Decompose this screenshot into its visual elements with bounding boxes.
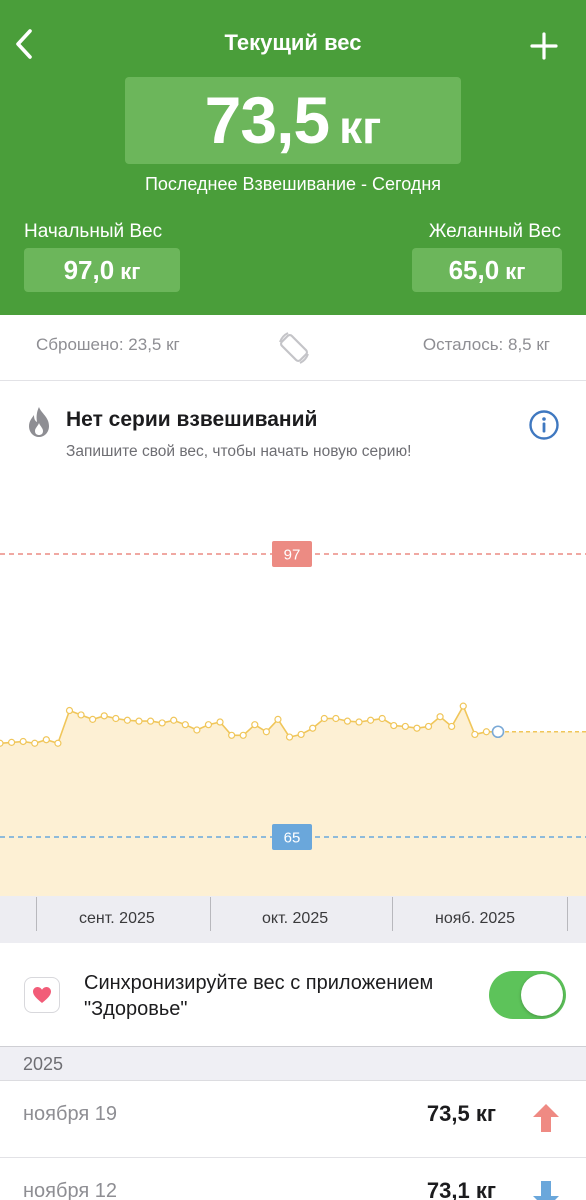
- page-title: Текущий вес: [224, 30, 362, 55]
- weight-point: [170, 716, 178, 724]
- plus-icon: [530, 32, 558, 60]
- goal-weight-label: Желанный Вес: [428, 221, 561, 242]
- entry-weight: 73,5 кг: [426, 1101, 496, 1126]
- start-weight-label: 97: [284, 547, 301, 564]
- entry-weight: 73,1 кг: [426, 1178, 496, 1200]
- weight-point: [7, 738, 16, 746]
- x-tick-label: сент. 2025: [79, 910, 155, 927]
- goal-weight-value: 65,0: [448, 255, 500, 285]
- weight-point: [367, 716, 375, 724]
- goal-weight-unit: кг: [505, 259, 526, 284]
- weight-point: [448, 722, 456, 731]
- weight-point: [239, 731, 247, 739]
- current-weight-box: 73,5 кг: [125, 77, 461, 164]
- weight-point: [390, 721, 398, 730]
- weight-point: [424, 722, 433, 731]
- weight-point: [193, 726, 201, 734]
- weight-point: [251, 721, 259, 729]
- weight-chart[interactable]: 97 65: [0, 480, 586, 900]
- weight-point: [309, 724, 317, 732]
- weight-point: [135, 717, 143, 725]
- weight-point: [19, 737, 27, 746]
- weight-point: [355, 718, 363, 726]
- weight-point: [228, 731, 236, 739]
- streak-title: Нет серии взвешиваний: [66, 408, 318, 431]
- start-weight-box[interactable]: 97,0 кг: [24, 248, 180, 292]
- entry-date: ноября 19: [23, 1103, 117, 1125]
- weight-point: [123, 716, 131, 724]
- weight-point: [274, 715, 282, 723]
- arrow-down-icon: [533, 1181, 559, 1200]
- start-weight-label: Начальный Вес: [24, 221, 163, 242]
- weight-point: [0, 739, 4, 747]
- weight-point: [146, 717, 155, 725]
- weight-point: [401, 722, 409, 731]
- weight-point: [204, 721, 213, 729]
- year-label: 2025: [23, 1054, 64, 1074]
- weight-point: [89, 715, 97, 723]
- last-weigh-text: Последнее Взвешивание - Сегодня: [144, 174, 441, 194]
- month-divider: [392, 897, 393, 931]
- weight-point: [112, 714, 120, 723]
- lost-weight-text: Сброшено: 23,5 кг: [36, 335, 180, 354]
- weight-point: [31, 739, 39, 747]
- weight-point: [285, 733, 294, 741]
- info-icon: [529, 410, 559, 440]
- weight-point: [343, 717, 352, 725]
- weight-point: [471, 730, 479, 739]
- health-sync-label: Синхронизируйте вес с приложением "Здоро…: [84, 972, 434, 1020]
- health-sync-toggle[interactable]: [489, 971, 566, 1019]
- weight-entry-row[interactable]: ноября 19 73,5 кг: [0, 1081, 586, 1158]
- weight-point: [378, 714, 386, 723]
- info-button[interactable]: [528, 409, 560, 441]
- toggle-knob: [521, 974, 563, 1016]
- heart-icon: [33, 987, 51, 1003]
- weight-point: [54, 739, 62, 747]
- weight-point: [100, 712, 108, 720]
- entry-date: ноября 12: [23, 1180, 117, 1200]
- weight-point: [413, 724, 421, 732]
- goal-weight-label: 65: [284, 830, 301, 847]
- weight-point: [297, 730, 305, 739]
- x-tick-label: нояб. 2025: [435, 910, 516, 927]
- weight-point: [216, 718, 224, 726]
- weight-point: [482, 728, 491, 736]
- month-divider: [210, 897, 211, 931]
- year-section-header: 2025: [0, 1046, 586, 1081]
- current-weight-unit: кг: [339, 101, 382, 153]
- add-weight-button[interactable]: [524, 26, 564, 66]
- rotate-chart-button[interactable]: [274, 328, 314, 368]
- start-weight-value: 97,0: [63, 255, 115, 285]
- weight-point: [158, 719, 166, 727]
- weight-point: [77, 711, 85, 719]
- weight-point: [436, 713, 444, 721]
- month-divider: [36, 897, 37, 931]
- start-weight-unit: кг: [120, 259, 141, 284]
- weight-point: [332, 714, 340, 723]
- x-tick-label: окт. 2025: [262, 910, 329, 927]
- health-app-icon: [24, 977, 60, 1013]
- weight-point: [459, 702, 467, 710]
- weight-entry-row[interactable]: ноября 12 73,1 кг: [0, 1158, 586, 1200]
- current-weight-value: 73,5: [204, 83, 330, 157]
- weight-point: [65, 706, 74, 715]
- remaining-weight-text: Осталось: 8,5 кг: [422, 335, 550, 354]
- rotate-device-icon: [279, 332, 309, 364]
- month-divider: [567, 897, 568, 931]
- weight-point: [42, 736, 50, 744]
- weight-point: [262, 728, 270, 736]
- flame-icon: [25, 405, 53, 439]
- weight-point: [320, 714, 328, 723]
- weight-point: [181, 721, 189, 729]
- current-weight-point: [491, 725, 505, 739]
- arrow-up-icon: [533, 1104, 559, 1132]
- streak-subtitle: Запишите свой вес, чтобы начать новую се…: [66, 443, 412, 460]
- goal-weight-box[interactable]: 65,0 кг: [412, 248, 562, 292]
